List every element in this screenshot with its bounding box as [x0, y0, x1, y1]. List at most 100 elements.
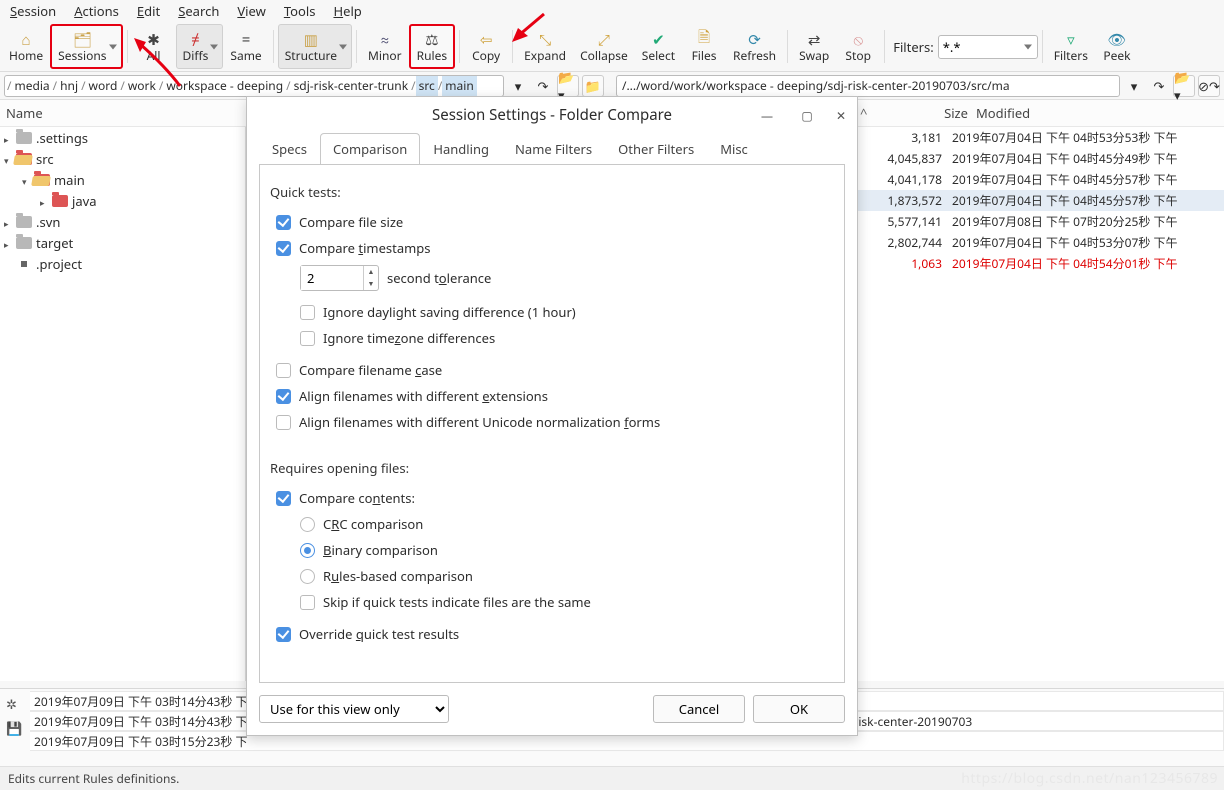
copy-button[interactable]: ⇦Copy [464, 24, 508, 69]
cancel-button[interactable]: Cancel [653, 695, 745, 723]
dialog-footer: Use for this view only Cancel OK [247, 683, 857, 735]
swap-button[interactable]: ⇄Swap [792, 24, 836, 69]
tree-row[interactable]: ▾src [0, 148, 245, 169]
align-ext-label: Align filenames with different extension… [299, 387, 548, 405]
home-button[interactable]: ⌂Home [2, 24, 50, 69]
separator [512, 30, 513, 63]
left-tree[interactable]: ▸.settings▾src▾main▸java▸.svn▸target▸.pr… [0, 127, 246, 681]
expand-label: Expand [524, 49, 566, 62]
use-for-select[interactable]: Use for this view only [259, 695, 449, 723]
align-ext-check[interactable]: Align filenames with different extension… [270, 383, 834, 409]
menu-help[interactable]: Help [329, 0, 371, 22]
compare-contents-check[interactable]: Compare contents: [270, 485, 834, 511]
collapse-button[interactable]: ⤢Collapse [573, 24, 635, 69]
right-path-input[interactable]: /.../word/work/workspace - deeping/sdj-r… [616, 75, 1120, 97]
right-next[interactable]: ⊘↷ [1198, 75, 1220, 97]
dialog-titlebar[interactable]: Session Settings - Folder Compare — ▢ ✕ [247, 97, 857, 133]
all-button[interactable]: ✱All [132, 24, 176, 69]
left-path-input[interactable]: /media/hnj/word/work/workspace - deeping… [4, 75, 504, 97]
rules-button[interactable]: ⚖Rules [409, 24, 456, 69]
save-icon[interactable]: 💾 [6, 719, 24, 737]
checkbox-icon [300, 305, 315, 320]
spinner-up[interactable]: ▲ [364, 266, 378, 278]
modified-cell: 2019年07月08日 下午 07时20分25秒 下午 [948, 213, 1218, 230]
compare-size-label: Compare file size [299, 213, 403, 231]
expand-button[interactable]: ⤡Expand [517, 24, 573, 69]
diffs-button[interactable]: ≠Diffs [176, 24, 224, 69]
filters-input[interactable] [938, 35, 1038, 59]
tab-other-filters[interactable]: Other Filters [605, 133, 707, 165]
menu-edit[interactable]: Edit [133, 0, 170, 22]
left-path-refresh[interactable]: ↷ [532, 75, 554, 97]
peek-label: Peek [1103, 49, 1130, 62]
tree-row[interactable]: ▾main [0, 169, 245, 190]
tab-specs[interactable]: Specs [259, 133, 320, 165]
twisty-icon[interactable]: ▸ [4, 238, 14, 248]
right-path-history[interactable]: ▾ [1123, 75, 1145, 97]
ok-button[interactable]: OK [753, 695, 845, 723]
col-modified[interactable]: Modified [968, 104, 1218, 122]
binary-radio[interactable]: Binary comparison [270, 537, 834, 563]
menu-search[interactable]: Search [174, 0, 229, 22]
peek-button[interactable]: 👁Peek [1095, 24, 1139, 69]
tree-row[interactable]: ▸.settings [0, 127, 245, 148]
twisty-icon[interactable]: ▸ [4, 133, 14, 143]
right-browse[interactable]: 📂▾ [1173, 75, 1195, 97]
crc-radio[interactable]: CRC comparison [270, 511, 834, 537]
compare-case-check[interactable]: Compare filename case [270, 357, 834, 383]
sort-indicator[interactable]: ^ [860, 104, 872, 122]
ignore-tz-check[interactable]: Ignore timezone differences [270, 325, 834, 351]
tab-misc[interactable]: Misc [707, 133, 761, 165]
refresh-button[interactable]: ⟳Refresh [726, 24, 783, 69]
settings-icon[interactable]: ✲ [6, 695, 24, 713]
twisty-icon[interactable]: ▸ [40, 196, 50, 206]
override-check[interactable]: Override quick test results [270, 621, 834, 647]
maximize-icon[interactable]: ▢ [797, 105, 817, 125]
left-path-history[interactable]: ▾ [507, 75, 529, 97]
align-unicode-check[interactable]: Align filenames with different Unicode n… [270, 409, 834, 435]
minor-button[interactable]: ≈Minor [361, 24, 409, 69]
minimize-icon[interactable]: — [757, 105, 777, 125]
spinner-down[interactable]: ▼ [364, 278, 378, 290]
checkbox-icon [276, 215, 291, 230]
twisty-icon[interactable]: ▸ [4, 217, 14, 227]
right-path-refresh[interactable]: ↷ [1148, 75, 1170, 97]
filters-button[interactable]: ▿Filters [1047, 24, 1095, 69]
tree-row[interactable]: ▸java [0, 190, 245, 211]
tree-label: main [54, 171, 85, 189]
col-size[interactable]: Size [878, 104, 968, 122]
left-browse[interactable]: 📂▾ [557, 75, 579, 97]
tree-row[interactable]: ▸.svn [0, 211, 245, 232]
tolerance-input[interactable] [301, 266, 363, 290]
close-icon[interactable]: ✕ [831, 105, 851, 125]
rules-radio[interactable]: Rules-based comparison [270, 563, 834, 589]
menu-actions[interactable]: Actions [70, 0, 129, 22]
tree-row[interactable]: ▸.project [0, 253, 245, 274]
tab-name-filters[interactable]: Name Filters [502, 133, 605, 165]
menu-tools[interactable]: Tools [280, 0, 326, 22]
sessions-button[interactable]: 🗂Sessions [50, 24, 122, 69]
same-button[interactable]: =Same [223, 24, 268, 69]
tolerance-field: ▲▼ second tolerance [270, 261, 834, 299]
menu-session[interactable]: Session [6, 0, 66, 22]
filters-box: Filters: [893, 24, 1038, 69]
tree-row[interactable]: ▸target [0, 232, 245, 253]
checkbox-icon [276, 389, 291, 404]
left-new[interactable]: 📁 [582, 75, 604, 97]
size-cell: 4,041,178 [858, 171, 948, 188]
structure-button[interactable]: ▥Structure [278, 24, 352, 69]
compare-timestamps-check[interactable]: Compare timestamps [270, 235, 834, 261]
tolerance-spinner[interactable]: ▲▼ [300, 265, 379, 291]
files-button[interactable]: 🗎Files [682, 24, 726, 69]
ignore-dst-check[interactable]: Ignore daylight saving difference (1 hou… [270, 299, 834, 325]
tab-comparison[interactable]: Comparison [320, 133, 420, 165]
compare-size-check[interactable]: Compare file size [270, 209, 834, 235]
separator [273, 30, 274, 63]
stop-button[interactable]: ⦸Stop [836, 24, 880, 69]
menu-view[interactable]: View [233, 0, 275, 22]
file-icon [16, 257, 32, 271]
skip-check[interactable]: Skip if quick tests indicate files are t… [270, 589, 834, 615]
tab-handling[interactable]: Handling [420, 133, 502, 165]
select-button[interactable]: ✔Select [635, 24, 682, 69]
select-label: Select [642, 49, 675, 62]
